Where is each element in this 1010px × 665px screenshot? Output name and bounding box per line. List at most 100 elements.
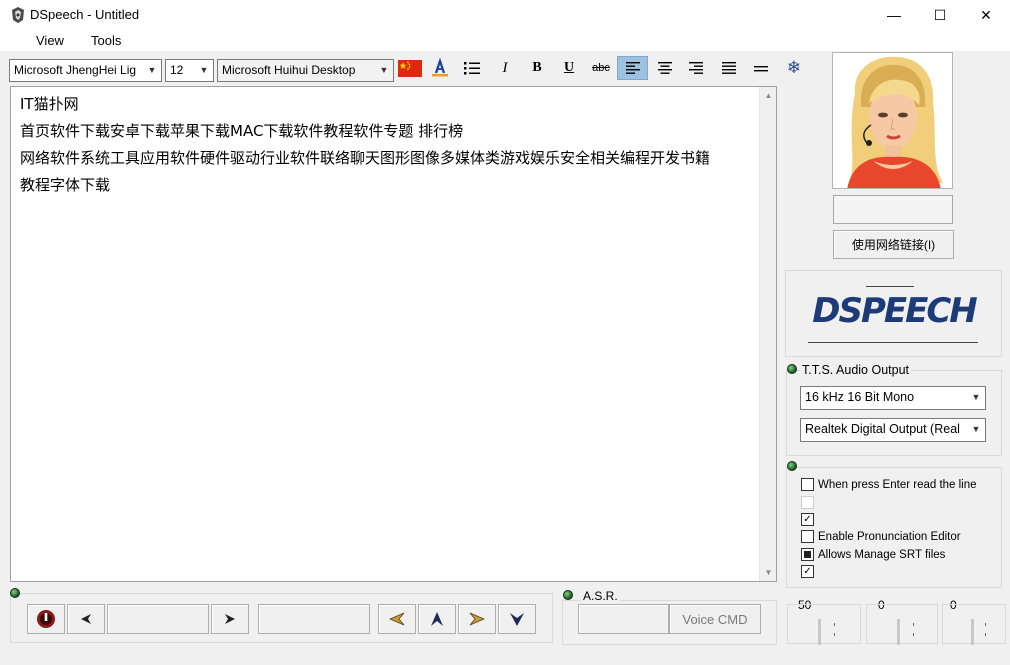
underline-button[interactable]: U [555, 56, 583, 80]
arrow-left-icon [81, 614, 91, 624]
align-right-button[interactable] [682, 56, 710, 80]
justify-icon [722, 62, 736, 74]
tts-title: T.T.S. Audio Output [800, 363, 912, 377]
bullet-list-icon [464, 62, 480, 75]
nav-left-button[interactable] [378, 604, 416, 634]
audio-format-select[interactable]: 16 kHz 16 Bit Mono ▼ [800, 386, 986, 410]
scroll-down-icon[interactable]: ▼ [760, 564, 777, 581]
audio-format-value: 16 kHz 16 Bit Mono [805, 390, 915, 404]
align-left-icon [625, 62, 640, 74]
title-bar [0, 0, 1010, 30]
chevron-down-icon: ▼ [971, 424, 981, 434]
chevron-down-icon: ▼ [379, 65, 389, 75]
close-button[interactable]: ✕ [963, 0, 1009, 30]
arrow-right-icon [225, 614, 235, 624]
next-button[interactable] [211, 604, 249, 634]
font-east-asian-select[interactable]: Microsoft Huihui Desktop ▼ [217, 59, 394, 82]
font-color-button[interactable] [426, 56, 454, 80]
audio-device-select[interactable]: Realtek Digital Output (Real ▼ [800, 418, 986, 442]
option-blank-1[interactable] [801, 496, 814, 509]
horizontal-line-button[interactable] [747, 56, 775, 80]
network-link-button[interactable]: 使用网络链接(I) [833, 230, 954, 259]
window-title: DSpeech - Untitled [30, 7, 140, 22]
audio-device-value: Realtek Digital Output (Real [805, 422, 960, 436]
option-blank-2[interactable]: ✓ [801, 513, 814, 526]
record-slot-button[interactable] [258, 604, 370, 634]
font-east-asian-value: Microsoft Huihui Desktop [222, 63, 356, 77]
tts-group-icon [787, 364, 797, 374]
font-latin-select[interactable]: Microsoft JhengHei Lig ▼ [9, 59, 162, 82]
font-size-select[interactable]: 12 ▼ [165, 59, 214, 82]
editor-scrollbar[interactable]: ▲ ▼ [759, 87, 776, 581]
nav-up-icon [431, 612, 443, 626]
editor-content[interactable]: IT猫扑网 首页软件下载安卓下载苹果下载MAC下载软件教程软件专题 排行榜 网络… [20, 91, 760, 199]
editor-line-4: 教程字体下载 [20, 176, 111, 194]
option-label: Allows Manage SRT files [818, 548, 946, 561]
maximize-button[interactable]: ☐ [917, 0, 963, 30]
nav-down-button[interactable] [498, 604, 536, 634]
option-pronunciation-editor[interactable]: Enable Pronunciation Editor [801, 530, 961, 543]
menu-bar [0, 30, 1010, 52]
rate-slider[interactable] [787, 604, 861, 645]
scroll-up-icon[interactable]: ▲ [760, 87, 777, 104]
font-latin-value: Microsoft JhengHei Lig [14, 63, 137, 77]
nav-left-icon [388, 612, 405, 626]
checkbox[interactable] [801, 530, 814, 543]
checkbox[interactable] [801, 496, 814, 509]
app-icon [9, 6, 27, 24]
bold-button[interactable]: B [523, 56, 551, 80]
options-group: When press Enter read the line ✓ Enable … [786, 467, 1002, 588]
strikethrough-button[interactable]: abc [587, 56, 615, 80]
chevron-down-icon: ▼ [199, 65, 209, 75]
bullet-list-button[interactable] [458, 56, 486, 80]
power-icon [37, 610, 55, 628]
voice-name-field [833, 195, 953, 224]
align-right-icon [689, 62, 703, 74]
align-center-icon [658, 62, 672, 74]
option-enter-read-line[interactable]: When press Enter read the line [801, 478, 977, 491]
editor-line-1: IT猫扑网 [20, 95, 79, 113]
option-manage-srt[interactable]: Allows Manage SRT files [801, 548, 945, 561]
speaker-avatar [832, 52, 953, 189]
menu-tools[interactable]: Tools [91, 33, 121, 48]
dspeech-logo: DSPEECH [812, 291, 978, 331]
nav-down-icon [510, 613, 524, 626]
snowflake-button[interactable]: ❄ [780, 56, 808, 80]
checkbox-checked[interactable]: ✓ [801, 565, 814, 578]
checkbox-checked[interactable]: ✓ [801, 513, 814, 526]
text-editor[interactable]: IT猫扑网 首页软件下载安卓下载苹果下载MAC下载软件教程软件专题 排行榜 网络… [10, 86, 777, 582]
tts-output-group [786, 370, 1002, 456]
justify-button[interactable] [715, 56, 743, 80]
align-center-button[interactable] [651, 56, 679, 80]
play-slot-button[interactable] [107, 604, 209, 634]
font-size-value: 12 [170, 63, 184, 77]
pitch-slider[interactable] [866, 604, 938, 645]
options-group-icon [787, 461, 797, 471]
nav-right-button[interactable] [458, 604, 496, 634]
option-label: Enable Pronunciation Editor [818, 530, 961, 543]
checkbox[interactable] [801, 478, 814, 491]
asr-slot-button[interactable] [578, 604, 669, 634]
editor-line-2: 首页软件下载安卓下载苹果下载MAC下载软件教程软件专题 排行榜 [20, 122, 464, 140]
asr-title: A.S.R. [581, 589, 620, 603]
snowflake-icon: ❄ [786, 58, 802, 77]
font-color-icon [432, 58, 448, 77]
option-label: When press Enter read the line [818, 478, 977, 491]
menu-view[interactable]: View [36, 33, 64, 48]
stop-button[interactable] [27, 604, 65, 634]
chevron-down-icon: ▼ [971, 392, 981, 402]
voice-cmd-button[interactable]: Voice CMD [669, 604, 761, 634]
previous-button[interactable] [67, 604, 105, 634]
checkbox-partial[interactable] [801, 548, 814, 561]
logo-divider-bottom [808, 342, 978, 343]
nav-up-button[interactable] [418, 604, 456, 634]
nav-right-icon [469, 612, 486, 626]
option-blank-3[interactable]: ✓ [801, 565, 814, 578]
logo-panel: DSPEECH [785, 270, 1002, 357]
horizontal-line-icon [754, 66, 768, 72]
italic-button[interactable]: I [491, 56, 519, 80]
language-flag-button[interactable] [396, 56, 424, 80]
align-left-button[interactable] [617, 56, 648, 80]
minimize-button[interactable]: — [871, 0, 917, 30]
volume-slider[interactable] [942, 604, 1006, 645]
